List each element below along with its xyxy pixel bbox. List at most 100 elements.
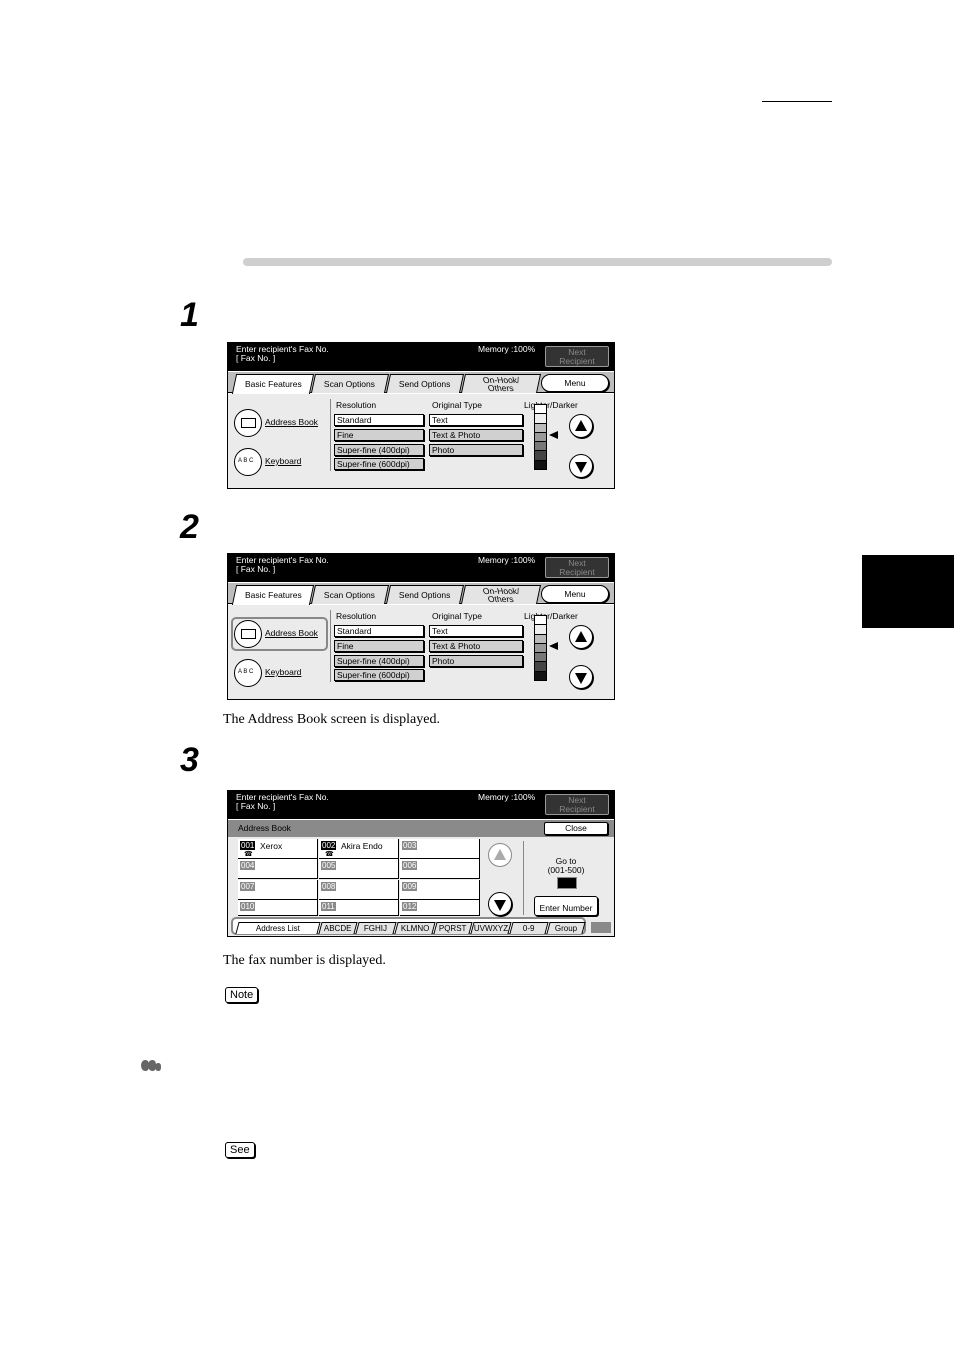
tab-bar: Basic Features Scan Options Send Options… <box>228 372 614 394</box>
lighter-darker-label: Lighter/Darker <box>524 400 578 410</box>
arrow-up-icon <box>494 849 506 860</box>
page-indicator <box>591 922 611 933</box>
list-item[interactable]: 008 <box>319 880 399 900</box>
resolution-label: Resolution <box>336 400 377 410</box>
keyboard-label[interactable]: Keyboard <box>265 667 301 677</box>
fax-panel-step2: Enter recipient's Fax No. [ Fax No. ] Me… <box>227 553 615 700</box>
scroll-down-button[interactable] <box>488 892 512 916</box>
next-recipient-button[interactable]: Next Recipient <box>545 794 609 815</box>
list-item[interactable]: 001 Xerox ☎ <box>238 839 318 859</box>
goto-label: Go to (001-500) <box>547 856 585 875</box>
tab-0-9[interactable]: 0-9 <box>509 922 549 934</box>
tab-scan-options[interactable]: Scan Options <box>310 374 390 393</box>
phone-icon: ☎ <box>325 851 334 858</box>
lighter-button[interactable] <box>569 414 593 438</box>
arrow-up-icon <box>575 420 587 431</box>
tab-group[interactable]: Group <box>546 922 586 934</box>
address-book-title: Address Book <box>238 823 291 833</box>
darker-button[interactable] <box>569 454 593 478</box>
keyboard-label[interactable]: Keyboard <box>265 456 301 466</box>
tab-scan-options[interactable]: Scan Options <box>310 585 390 604</box>
panel-body: Address Book A B C Keyboard Resolution S… <box>228 605 614 699</box>
darker-button[interactable] <box>569 665 593 689</box>
divider <box>523 841 524 915</box>
arrow-down-icon <box>575 462 587 473</box>
keyboard-button[interactable]: A B C <box>234 659 262 687</box>
original-type-label: Original Type <box>432 400 482 410</box>
type-photo[interactable]: Photo <box>429 444 523 456</box>
type-text-photo[interactable]: Text & Photo <box>429 640 523 652</box>
tab-pqrst[interactable]: PQRST <box>433 922 473 934</box>
type-photo[interactable]: Photo <box>429 655 523 667</box>
tab-address-list[interactable]: Address List <box>235 922 321 934</box>
panel-header: Enter recipient's Fax No. [ Fax No. ] Me… <box>228 554 614 582</box>
address-book-body: 001 Xerox ☎ 002 Akira Endo ☎ 003 004 005 006… <box>228 837 614 936</box>
resolution-superfine-400[interactable]: Super-fine (400dpi) <box>334 444 424 456</box>
resolution-fine[interactable]: Fine <box>334 640 424 652</box>
address-book-button[interactable] <box>234 620 262 648</box>
menu-button[interactable]: Menu <box>541 585 609 603</box>
close-button[interactable]: Close <box>544 822 608 835</box>
keyboard-button[interactable]: A B C <box>234 448 262 476</box>
memory-status: Memory :100% <box>478 792 536 802</box>
address-book-label[interactable]: Address Book <box>265 417 318 427</box>
tab-bar: Basic Features Scan Options Send Options… <box>228 583 614 605</box>
list-item[interactable]: 002 Akira Endo ☎ <box>319 839 399 859</box>
lighter-button[interactable] <box>569 625 593 649</box>
address-book-button[interactable] <box>234 409 262 437</box>
keyboard-icon: A B C <box>238 458 254 464</box>
list-item[interactable]: 007 <box>238 880 318 900</box>
list-item[interactable]: 006 <box>400 859 480 879</box>
tab-fghij[interactable]: FGHIJ <box>355 922 397 934</box>
density-scale <box>534 615 547 682</box>
next-recipient-button[interactable]: Next Recipient <box>545 346 609 367</box>
list-item[interactable]: 003 <box>400 839 480 859</box>
type-text[interactable]: Text <box>429 625 523 637</box>
section-bar <box>243 258 832 266</box>
memory-status: Memory :100% <box>478 344 536 354</box>
resolution-standard[interactable]: Standard <box>334 414 424 426</box>
scroll-up-button[interactable] <box>488 843 512 867</box>
step3-caption: The fax number is displayed. <box>223 953 386 968</box>
phone-icon: ☎ <box>244 851 253 858</box>
list-item[interactable]: 010 <box>238 900 318 916</box>
bullet-dots-icon <box>141 1058 161 1076</box>
resolution-fine[interactable]: Fine <box>334 429 424 441</box>
resolution-superfine-600[interactable]: Super-fine (600dpi) <box>334 669 424 681</box>
density-pointer-icon <box>549 642 558 650</box>
list-item[interactable]: 011 <box>319 900 399 916</box>
tab-uvwxyz[interactable]: UVWXYZ <box>470 922 512 934</box>
list-item[interactable]: 009 <box>400 880 480 900</box>
goto-number-input[interactable] <box>557 877 577 889</box>
step2-caption: The Address Book screen is displayed. <box>223 712 440 727</box>
resolution-superfine-400[interactable]: Super-fine (400dpi) <box>334 655 424 667</box>
type-text-photo[interactable]: Text & Photo <box>429 429 523 441</box>
see-label: See <box>225 1142 255 1158</box>
tab-abcde[interactable]: ABCDE <box>318 922 358 934</box>
step-number: 2 <box>180 508 199 546</box>
header-rule <box>762 101 832 102</box>
list-item[interactable]: 012 <box>400 900 480 916</box>
tab-send-options[interactable]: Send Options <box>385 374 465 393</box>
density-pointer-icon <box>549 431 558 439</box>
list-item[interactable]: 004 <box>238 859 318 879</box>
next-recipient-button[interactable]: Next Recipient <box>545 557 609 578</box>
enter-number-button[interactable]: Enter Number <box>534 896 598 916</box>
keyboard-icon: A B C <box>238 669 254 675</box>
tab-klmno[interactable]: KLMNO <box>394 922 436 934</box>
panel-header: Enter recipient's Fax No. [ Fax No. ] Me… <box>228 343 614 371</box>
resolution-superfine-600[interactable]: Super-fine (600dpi) <box>334 458 424 470</box>
tab-onhook-others[interactable]: On-Hook/Others <box>460 585 542 604</box>
address-book-label[interactable]: Address Book <box>265 628 318 638</box>
header-fax-no: [ Fax No. ] <box>236 801 276 811</box>
resolution-standard[interactable]: Standard <box>334 625 424 637</box>
menu-button[interactable]: Menu <box>541 374 609 392</box>
tab-basic-features[interactable]: Basic Features <box>231 585 315 605</box>
divider <box>330 610 331 682</box>
tab-basic-features[interactable]: Basic Features <box>231 374 315 394</box>
list-item[interactable]: 005 <box>319 859 399 879</box>
type-text[interactable]: Text <box>429 414 523 426</box>
tab-onhook-others[interactable]: On-Hook/Others <box>460 374 542 393</box>
tab-send-options[interactable]: Send Options <box>385 585 465 604</box>
header-fax-no: [ Fax No. ] <box>236 353 276 363</box>
